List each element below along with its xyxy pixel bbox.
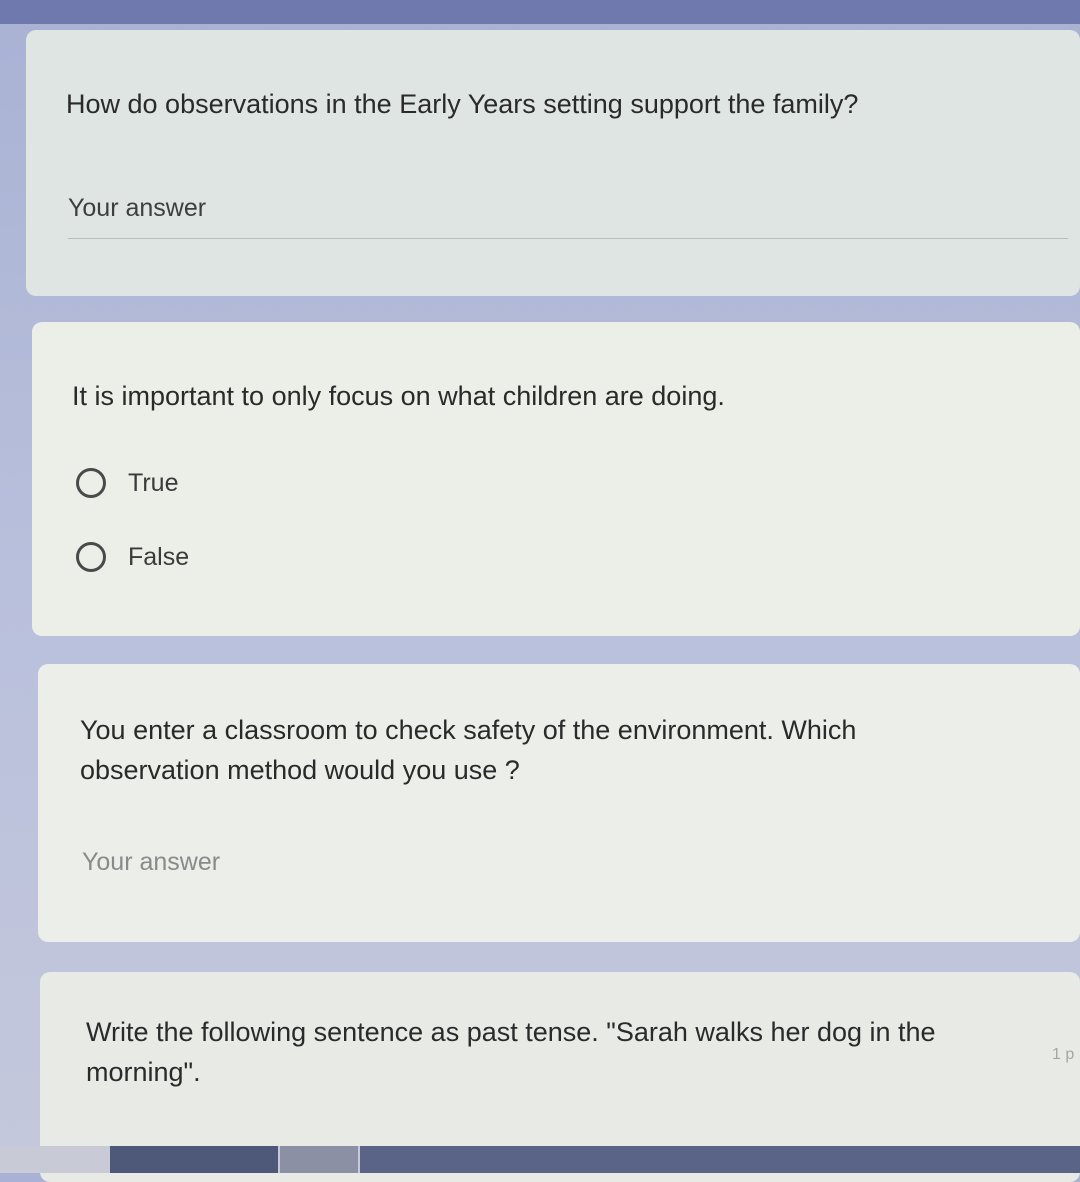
answer-input[interactable]: Your answer	[82, 848, 220, 877]
top-strip	[0, 0, 1080, 24]
option-true[interactable]: True	[76, 468, 178, 498]
cut-off-points-label: 1 p	[1052, 1046, 1075, 1063]
taskbar-item[interactable]	[280, 1146, 358, 1173]
question-title-line-1: Write the following sentence as past ten…	[86, 1017, 936, 1047]
option-label[interactable]: True	[128, 469, 178, 498]
question-card-3: You enter a classroom to check safety of…	[38, 664, 1080, 942]
question-title: It is important to only focus on what ch…	[72, 381, 725, 411]
question-title-line-2: morning".	[86, 1057, 201, 1087]
option-false[interactable]: False	[76, 542, 189, 572]
answer-underline	[68, 238, 1068, 239]
question-title: How do observations in the Early Years s…	[66, 89, 859, 119]
question-card-2: It is important to only focus on what ch…	[32, 322, 1080, 636]
question-card-1: How do observations in the Early Years s…	[26, 30, 1080, 296]
question-title-line-1: You enter a classroom to check safety of…	[80, 715, 857, 745]
taskbar-item[interactable]	[360, 1146, 1080, 1173]
answer-input[interactable]: Your answer	[68, 194, 206, 223]
radio-unchecked-icon[interactable]	[76, 542, 106, 572]
question-title-line-2: observation method would you use ?	[80, 755, 520, 785]
taskbar-item[interactable]	[110, 1146, 278, 1173]
radio-unchecked-icon[interactable]	[76, 468, 106, 498]
option-label[interactable]: False	[128, 543, 189, 572]
